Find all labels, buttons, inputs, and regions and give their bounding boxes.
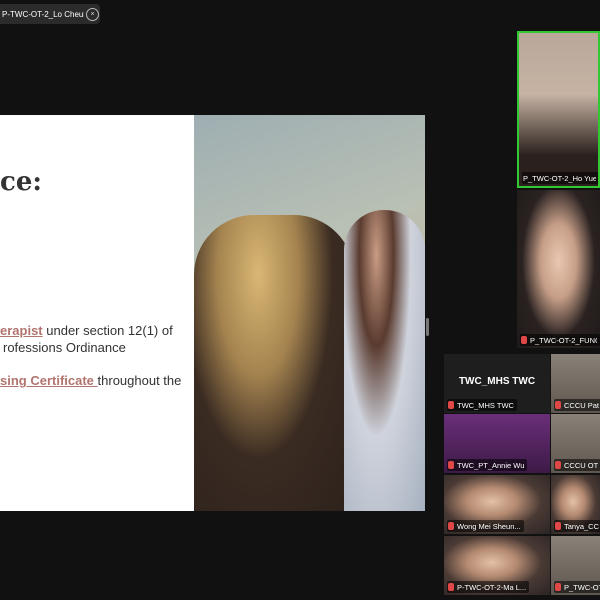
close-icon[interactable]: × (86, 7, 99, 21)
participant-name: Wong Mei Sheun... (457, 521, 521, 531)
video-tile-grid[interactable]: P_TWC-OT-2 (551, 536, 600, 595)
participant-label: Wong Mei Sheun... (447, 520, 524, 532)
participant-name: CCCU Pat (564, 400, 600, 410)
slide-line-1-highlight: erapist (0, 323, 43, 338)
video-tile-grid[interactable]: P-TWC-OT-2-Ma L... (444, 536, 550, 595)
participant-name: P-TWC-OT-2-Ma L... (457, 582, 527, 592)
participant-name: P_TWC-OT-2_Ho Yuet Y (523, 173, 596, 183)
slide-line-3: sing Certificate throughout the (0, 373, 181, 388)
slide-title: ce: (0, 167, 42, 197)
slide-line-2: rofessions Ordinance (3, 340, 126, 355)
photo-person-right (344, 210, 425, 511)
video-tile-grid[interactable]: CCCU Pat (551, 354, 600, 413)
mic-muted-icon (448, 583, 454, 591)
mic-muted-icon (555, 461, 561, 469)
mic-muted-icon (555, 401, 561, 409)
participant-label: CCCU OT (554, 459, 600, 471)
participant-label: P-TWC-OT-2-Ma L... (447, 581, 530, 593)
participant-label: TWC_PT_Annie Wu (447, 459, 528, 471)
participant-label: P_TWC-OT-2 (554, 581, 600, 593)
participant-label: Tanya_CC (554, 520, 600, 532)
video-tile-grid[interactable]: Tanya_CC (551, 475, 600, 534)
participant-label: TWC_MHS TWC (447, 399, 517, 411)
mic-muted-icon (521, 336, 527, 344)
mic-muted-icon (448, 401, 454, 409)
video-tile-active-speaker[interactable]: P_TWC-OT-2_Ho Yuet Y (517, 31, 600, 188)
video-tile-grid[interactable]: TWC_MHS TWC TWC_MHS TWC (444, 354, 550, 413)
participant-name: P_TWC-OT-2_FUNG (530, 335, 598, 345)
participant-name: CCCU OT (564, 460, 599, 470)
participant-label: P_TWC-OT-2_Ho Yuet Y (522, 172, 598, 184)
photo-person-left (194, 215, 354, 511)
share-window-title: P-TWC-OT-2_Lo Cheuk Nam Ngo (2, 9, 84, 19)
mic-muted-icon (555, 522, 561, 530)
slide-photo (194, 115, 425, 511)
split-drag-handle[interactable] (426, 318, 429, 336)
slide-line-1-text: under section 12(1) of (42, 323, 173, 338)
participant-name: Tanya_CC (564, 521, 600, 531)
participant-name: P_TWC-OT-2 (564, 582, 600, 592)
mic-muted-icon (448, 461, 454, 469)
participant-label: P_TWC-OT-2_FUNG (520, 334, 600, 346)
participant-name: TWC_MHS TWC (457, 400, 514, 410)
video-tile-grid[interactable]: TWC_PT_Annie Wu (444, 414, 550, 473)
mic-muted-icon (448, 522, 454, 530)
video-tile-grid[interactable]: Wong Mei Sheun... (444, 475, 550, 534)
participant-name: TWC_PT_Annie Wu (457, 460, 525, 470)
share-window-chip[interactable]: P-TWC-OT-2_Lo Cheuk Nam Ngo × (0, 4, 100, 24)
shared-slide: ce: erapist under section 12(1) of rofes… (0, 115, 425, 511)
video-tile-grid[interactable]: CCCU OT (551, 414, 600, 473)
slide-line-3-highlight: sing Certificate (0, 373, 98, 388)
slide-line-1: erapist under section 12(1) of (0, 323, 173, 338)
slide-line-3-text: throughout the (97, 373, 182, 388)
mic-muted-icon (555, 583, 561, 591)
participant-display-name: TWC_MHS TWC (458, 376, 536, 387)
video-tile-participant[interactable]: P_TWC-OT-2_FUNG (517, 190, 600, 348)
participant-label: CCCU Pat (554, 399, 600, 411)
